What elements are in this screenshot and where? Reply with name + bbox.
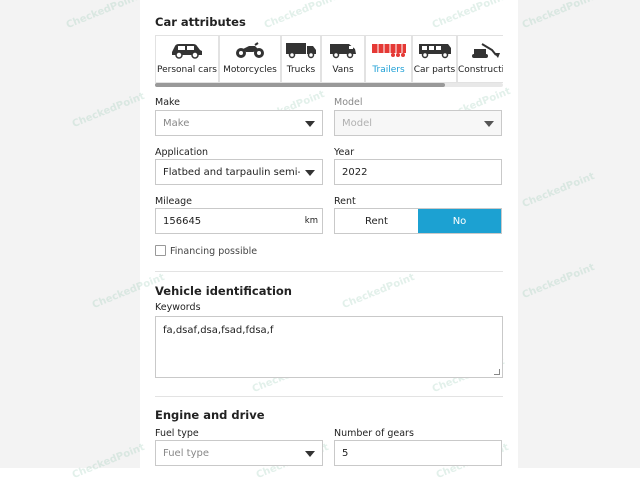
keywords-label: Keywords [155,302,201,313]
category-label: Trailers [372,65,405,75]
rent-option-no[interactable]: No [418,209,501,233]
excavator-icon [468,41,502,63]
number-of-gears-label: Number of gears [334,428,414,439]
fuel-type-label: Fuel type [155,428,199,439]
make-select[interactable]: Make [155,110,323,136]
application-select[interactable]: Flatbed and tarpaulin semi-trailers [155,159,323,185]
motorcycle-icon [235,41,265,63]
category-trucks[interactable]: Trucks [281,35,321,83]
category-scrollbar-thumb[interactable] [155,83,445,87]
watermark: CheckedPoint [520,261,597,302]
section-title-vehicle-identification: Vehicle identification [155,284,292,298]
category-personal-cars[interactable]: Personal cars [155,35,219,83]
van-icon [328,41,358,63]
keywords-value: fa,dsaf,dsa,fsad,fdsa,f [163,325,274,336]
resize-grip-icon[interactable] [494,369,500,375]
category-vans[interactable]: Vans [321,35,365,83]
mileage-input[interactable]: 156645 km [155,208,323,234]
model-select-value: Model [342,117,373,129]
section-title-engine-and-drive: Engine and drive [155,408,265,422]
category-car-parts[interactable]: Car parts [412,35,457,83]
chevron-down-icon [484,121,494,127]
application-select-value: Flatbed and tarpaulin semi-trailers [163,166,300,178]
divider [155,271,503,272]
category-motorcycles[interactable]: Motorcycles [219,35,281,83]
model-select[interactable]: Model [334,110,502,136]
year-input[interactable]: 2022 [334,159,502,185]
watermark: CheckedPoint [520,0,597,32]
rent-toggle: Rent No [334,208,502,234]
category-label: Personal cars [157,65,217,75]
truck-icon [285,41,317,63]
category-label: Construction [458,65,503,75]
rent-label: Rent [334,196,356,207]
trailer-icon [371,41,407,63]
fuel-type-select-value: Fuel type [163,447,209,459]
financing-checkbox[interactable] [155,245,166,256]
car-icon [170,41,204,63]
section-title-car-attributes: Car attributes [155,15,246,29]
model-label: Model [334,97,363,108]
keywords-textarea[interactable]: fa,dsaf,dsa,fsad,fdsa,f [155,316,503,378]
chevron-down-icon [305,121,315,127]
car-parts-icon [418,41,452,63]
category-label: Vans [332,65,354,75]
divider [155,396,503,397]
chevron-down-icon [305,451,315,457]
rent-option-rent[interactable]: Rent [335,209,418,233]
category-label: Motorcycles [223,65,277,75]
watermark: CheckedPoint [64,0,141,32]
mileage-input-value: 156645 [163,215,202,227]
financing-label: Financing possible [170,246,258,257]
chevron-down-icon [305,170,315,176]
mileage-label: Mileage [155,196,193,207]
category-trailers[interactable]: Trailers [365,35,412,83]
watermark: CheckedPoint [70,90,147,131]
category-label: Car parts [413,65,456,75]
watermark: CheckedPoint [520,170,597,211]
number-of-gears-value: 5 [342,447,349,459]
make-label: Make [155,97,181,108]
category-selector: Personal cars Motorcycles Trucks Vans Tr… [155,35,503,83]
year-label: Year [334,147,355,158]
number-of-gears-input[interactable]: 5 [334,440,502,466]
category-label: Trucks [286,65,316,75]
year-input-value: 2022 [342,166,368,178]
application-label: Application [155,147,209,158]
fuel-type-select[interactable]: Fuel type [155,440,323,466]
make-select-value: Make [163,117,190,129]
category-construction[interactable]: Construction [457,35,503,83]
mileage-unit: km [304,216,318,226]
